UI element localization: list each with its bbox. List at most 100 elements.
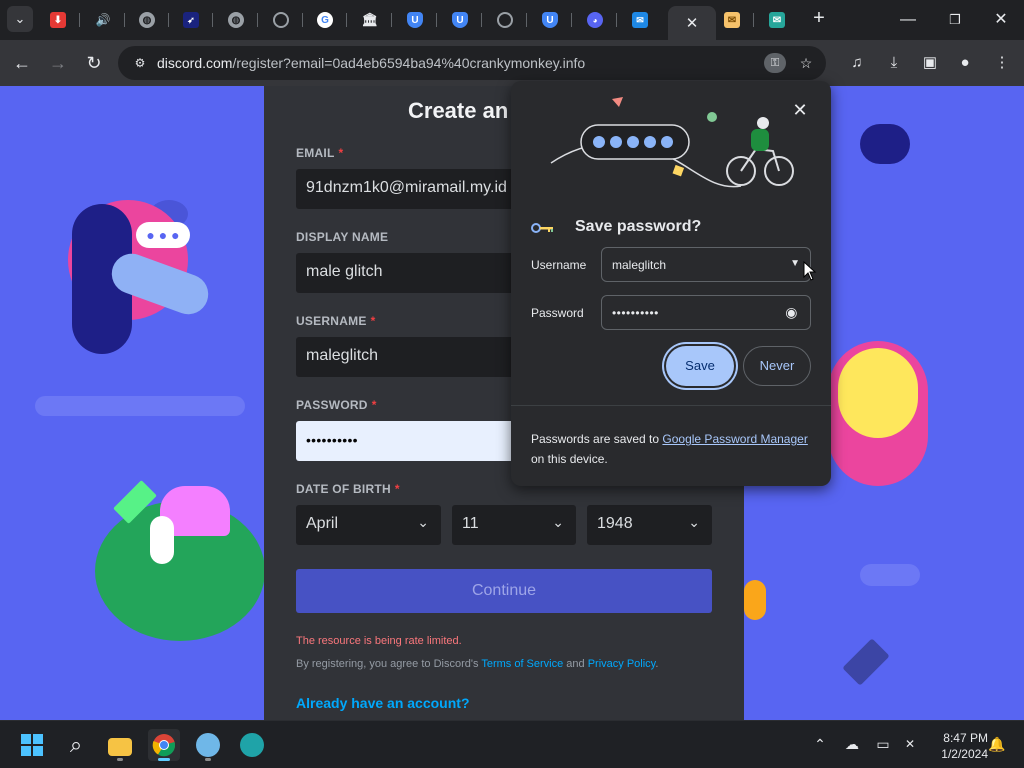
dob-label: DATE OF BIRTH * — [296, 482, 400, 496]
dob-label-text: DATE OF BIRTH — [296, 482, 391, 496]
reload-icon[interactable]: ↻ — [81, 50, 107, 76]
tab[interactable]: ➶ — [169, 6, 213, 34]
dob-day-select[interactable]: 11 ⌄ — [452, 505, 576, 545]
save-button[interactable]: Save — [666, 346, 734, 386]
save-password-title: Save password? — [575, 218, 702, 235]
chrome-taskbar-button[interactable] — [148, 729, 180, 761]
bank-icon: 🏛 — [361, 12, 379, 27]
media-control-icon[interactable]: ♫ — [847, 53, 867, 73]
privacy-policy-link[interactable]: Privacy Policy — [588, 658, 656, 670]
never-button[interactable]: Never — [743, 346, 811, 386]
tab-separator — [616, 13, 617, 27]
decorative-cloud — [35, 396, 245, 416]
tab[interactable]: U — [393, 6, 437, 34]
address-bar[interactable]: ⚙ discord.com/register?email=0ad4eb6594b… — [118, 46, 826, 80]
bookmark-star-icon[interactable]: ☆ — [796, 54, 816, 72]
continue-button[interactable]: Continue — [296, 569, 712, 613]
tab[interactable] — [483, 6, 527, 34]
tab-search-chevron-icon[interactable]: ⌄ — [7, 6, 33, 32]
password-label: Password — [531, 306, 584, 320]
password-field-value: •••••••••• — [612, 306, 659, 320]
footer-text: Passwords are saved to Google Password M… — [531, 429, 811, 469]
search-icon[interactable]: ⌕ — [60, 729, 92, 761]
username-label: USERNAME * — [296, 314, 376, 328]
illustration-orange-creature — [744, 580, 766, 620]
network-icon[interactable]: ▭ — [874, 735, 892, 753]
profile-avatar-icon[interactable]: ● — [955, 53, 975, 73]
chrome-icon — [273, 12, 289, 28]
tab[interactable]: G — [303, 6, 347, 34]
volume-muted-icon[interactable]: ✕ — [901, 735, 919, 753]
terms-of-service-link[interactable]: Terms of Service — [481, 658, 563, 670]
start-button[interactable] — [16, 729, 48, 761]
wing-logo-icon: ➶ — [183, 12, 199, 28]
tab[interactable]: ◕ — [573, 6, 617, 34]
tab[interactable]: U — [438, 6, 482, 34]
required-asterisk: * — [370, 314, 376, 328]
downloads-icon[interactable]: ⤓ — [884, 53, 904, 73]
chevron-up-icon[interactable]: ⌃ — [811, 735, 829, 753]
side-panel-icon[interactable]: ▣ — [920, 53, 940, 73]
tab[interactable]: ◍ — [125, 6, 169, 34]
dob-day-value: 11 — [462, 515, 479, 532]
legal-text: By registering, you agree to Discord's T… — [296, 658, 658, 670]
tab[interactable]: ◍ — [214, 6, 258, 34]
required-asterisk: * — [371, 398, 377, 412]
close-icon[interactable]: ✕ — [791, 101, 809, 119]
network-app-button[interactable] — [192, 729, 224, 761]
cloud-offline-icon[interactable]: ☁ — [843, 735, 861, 753]
dropdown-triangle-icon: ▼ — [790, 258, 800, 269]
download-arrow-icon: ⬇ — [50, 12, 66, 28]
tab-separator — [571, 13, 572, 27]
headphones-icon — [150, 516, 174, 564]
system-clock[interactable]: 8:47 PM 1/2/2024 — [928, 730, 988, 762]
tab[interactable] — [259, 6, 303, 34]
site-settings-icon[interactable]: ⚙ — [132, 55, 148, 71]
window-close-icon[interactable]: ✕ — [987, 8, 1015, 32]
more-menu-icon[interactable]: ⋮ — [992, 53, 1012, 73]
tab[interactable]: U — [528, 6, 572, 34]
eye-icon[interactable]: ◉ — [785, 304, 798, 321]
forward-arrow-icon[interactable]: → — [45, 50, 71, 76]
password-field[interactable]: •••••••••• ◉ — [601, 295, 811, 330]
url-text[interactable]: discord.com/register?email=0ad4eb6594ba9… — [157, 55, 585, 71]
tab[interactable]: ⬇ — [36, 6, 80, 34]
restore-icon[interactable]: ❐ — [941, 8, 969, 32]
display-name-label: DISPLAY NAME — [296, 230, 389, 244]
save-password-footer: Passwords are saved to Google Password M… — [511, 405, 831, 486]
google-password-manager-link[interactable]: Google Password Manager — [662, 432, 807, 446]
dob-year-select[interactable]: 1948 ⌄ — [587, 505, 712, 545]
new-tab-plus-icon[interactable]: + — [808, 8, 830, 30]
tab[interactable]: 🔊 — [81, 6, 125, 34]
legal-prefix: By registering, you agree to Discord's — [296, 658, 482, 670]
email-label: EMAIL * — [296, 146, 343, 160]
edge-button[interactable] — [236, 729, 268, 761]
google-g-icon: G — [317, 12, 333, 28]
tab-separator — [526, 13, 527, 27]
tab-active-discord-register[interactable]: ✕ — [668, 6, 716, 40]
tab[interactable]: ✉ — [710, 6, 754, 34]
tab-separator — [391, 13, 392, 27]
globe-icon — [196, 733, 220, 757]
tab[interactable]: ✉ — [755, 6, 799, 34]
tab[interactable]: 🏛 — [348, 6, 392, 34]
folder-icon — [108, 737, 132, 756]
shield-u-icon: U — [407, 12, 423, 28]
chrome-icon — [497, 12, 513, 28]
username-select[interactable]: maleglitch ▼ — [601, 247, 811, 282]
dob-month-select[interactable]: April ⌄ — [296, 505, 441, 545]
minimize-icon[interactable]: — — [894, 8, 922, 32]
notification-bell-icon[interactable]: 🔔 — [988, 735, 1006, 753]
close-icon[interactable]: ✕ — [686, 14, 699, 32]
back-arrow-icon[interactable]: ← — [9, 50, 35, 76]
envelope-open-icon: ✉ — [724, 12, 740, 28]
required-asterisk: * — [394, 482, 400, 496]
file-explorer-button[interactable] — [104, 729, 136, 761]
browser-toolbar: ← → ↻ ⚙ discord.com/register?email=0ad4e… — [0, 40, 1024, 86]
edge-icon — [240, 733, 264, 757]
password-key-icon[interactable]: ⚿ — [764, 53, 786, 73]
running-indicator — [158, 758, 170, 761]
login-link[interactable]: Already have an account? — [296, 695, 470, 711]
mail-icon: ✉ — [769, 12, 785, 28]
tab[interactable]: ✉ — [618, 6, 662, 34]
